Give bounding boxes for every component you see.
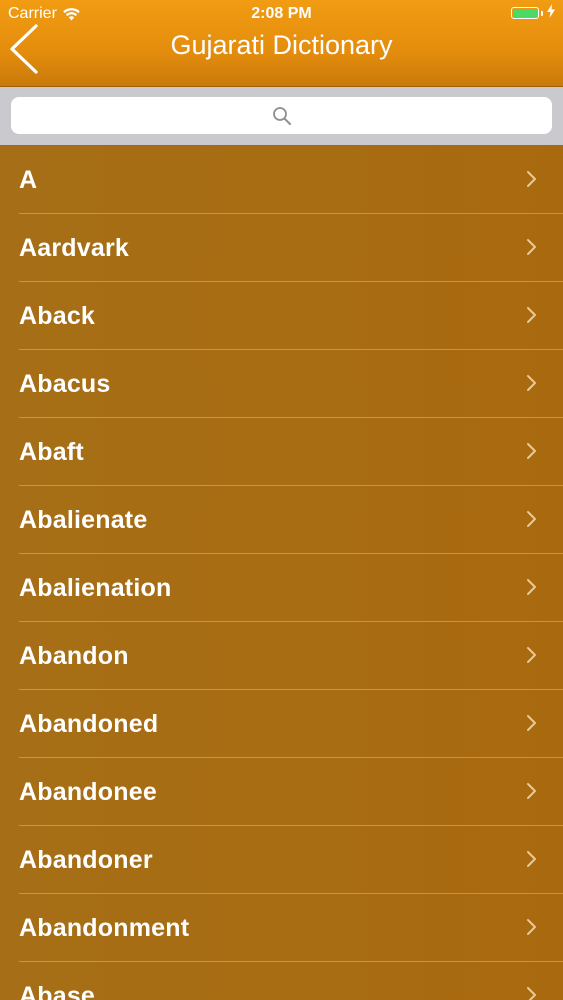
word-list: A Aardvark Aback Abacus Abaft Abalienate Abali… <box>0 146 563 1000</box>
chevron-right-icon <box>527 511 536 527</box>
word-row[interactable]: Abandonment <box>0 894 563 962</box>
word-row[interactable]: Abaft <box>0 418 563 486</box>
word-row[interactable]: Abandoned <box>0 690 563 758</box>
word-row[interactable]: Abandonee <box>0 758 563 826</box>
search-field[interactable] <box>11 97 552 134</box>
word-label: Abandonee <box>19 778 157 806</box>
word-label: Abalienation <box>19 574 172 602</box>
chevron-right-icon <box>527 307 536 323</box>
word-row[interactable]: A <box>0 146 563 214</box>
word-label: Abase <box>19 982 96 1000</box>
search-input[interactable] <box>11 97 552 134</box>
chevron-right-icon <box>527 579 536 595</box>
word-label: Abandonment <box>19 914 190 942</box>
word-row[interactable]: Abalienation <box>0 554 563 622</box>
word-label: Abandon <box>19 642 129 670</box>
battery-icon <box>511 7 539 19</box>
word-row[interactable]: Aback <box>0 282 563 350</box>
word-label: Abalienate <box>19 506 148 534</box>
chevron-right-icon <box>527 783 536 799</box>
word-label: Abandoner <box>19 846 153 874</box>
status-bar: Carrier 2:08 PM <box>0 0 563 28</box>
battery-level <box>513 9 537 17</box>
status-time: 2:08 PM <box>251 5 312 22</box>
word-label: Abaft <box>19 438 84 466</box>
chevron-right-icon <box>527 715 536 731</box>
word-row[interactable]: Abacus <box>0 350 563 418</box>
word-label: A <box>19 166 38 194</box>
word-label: Abandoned <box>19 710 159 738</box>
word-label: Aardvark <box>19 234 129 262</box>
word-label: Abacus <box>19 370 111 398</box>
word-row[interactable]: Abandoner <box>0 826 563 894</box>
chevron-right-icon <box>527 171 536 187</box>
word-row[interactable]: Aardvark <box>0 214 563 282</box>
charging-bolt-icon <box>547 4 555 18</box>
word-row[interactable]: Abalienate <box>0 486 563 554</box>
search-bar <box>0 87 563 145</box>
word-row[interactable]: Abase <box>0 962 563 1000</box>
word-row[interactable]: Abandon <box>0 622 563 690</box>
chevron-right-icon <box>527 987 536 1000</box>
chevron-right-icon <box>527 647 536 663</box>
word-label: Aback <box>19 302 96 330</box>
chevron-right-icon <box>527 919 536 935</box>
chevron-right-icon <box>527 443 536 459</box>
chevron-right-icon <box>527 375 536 391</box>
chevron-right-icon <box>527 851 536 867</box>
page-title: Gujarati Dictionary <box>170 30 393 60</box>
battery-tip <box>541 11 543 16</box>
chevron-right-icon <box>527 239 536 255</box>
